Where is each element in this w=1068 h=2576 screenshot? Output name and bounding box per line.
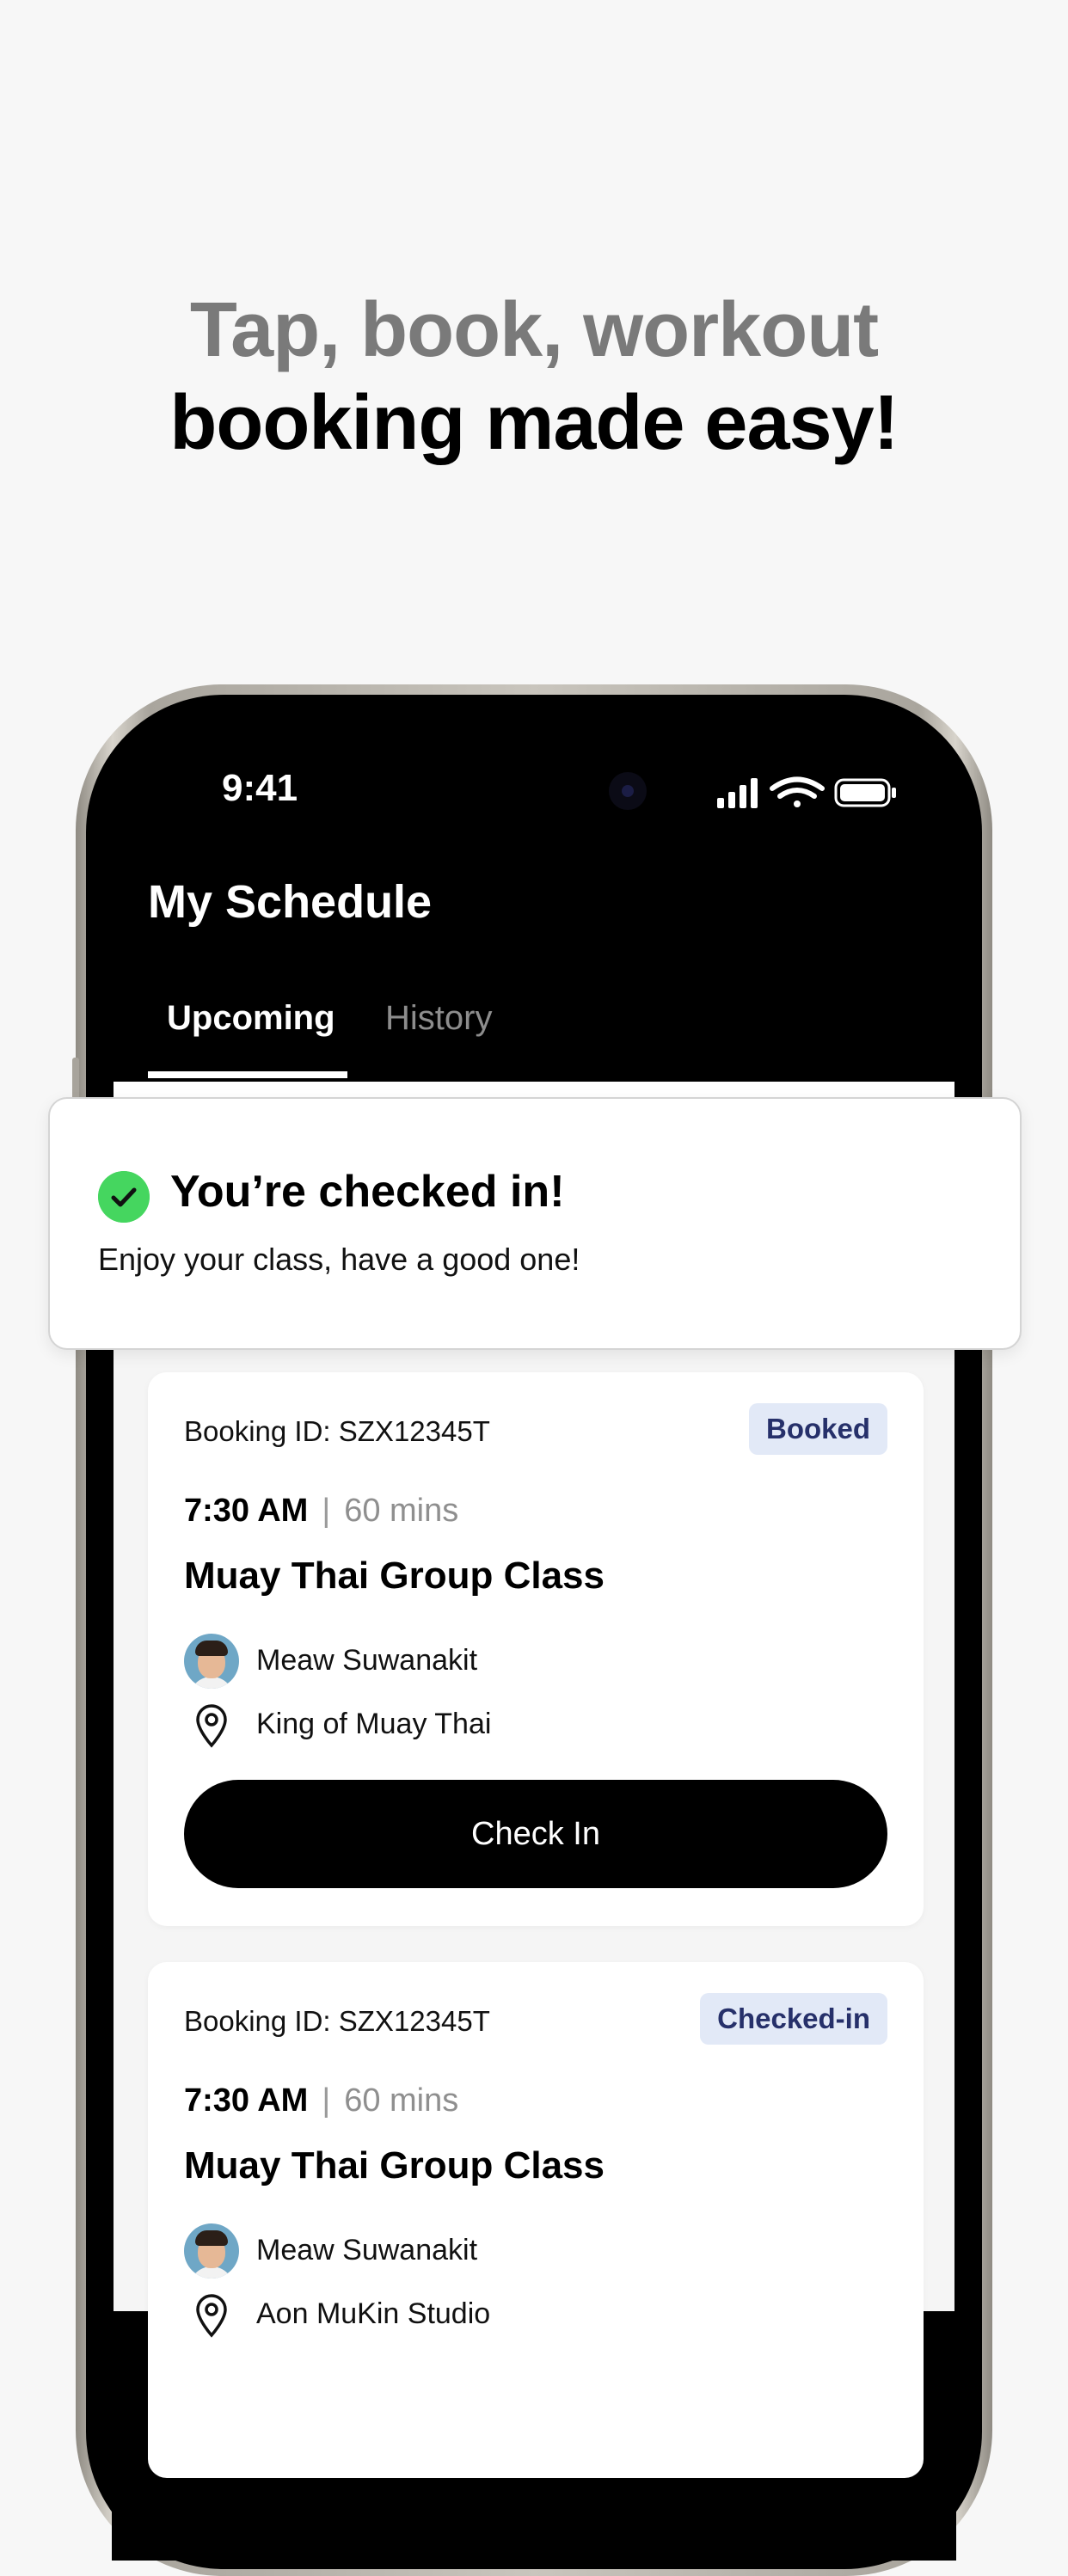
status-bar-time: 9:41 xyxy=(222,767,298,809)
toast-message: Enjoy your class, have a good one! xyxy=(98,1242,580,1277)
time-row: 7:30 AM | 60 mins xyxy=(184,1493,458,1530)
booking-id: Booking ID: SZX12345T xyxy=(184,1415,490,1447)
list-top-edge xyxy=(114,1082,954,1097)
location-pin-icon xyxy=(196,1704,227,1748)
status-bar-icons xyxy=(717,776,896,808)
toast-title: You’re checked in! xyxy=(170,1167,565,1217)
avatar xyxy=(184,1634,239,1689)
class-name: Muay Thai Group Class xyxy=(184,1555,605,1597)
status-badge: Checked-in xyxy=(700,1993,887,2045)
time-separator: | xyxy=(322,2082,331,2119)
tab-upcoming[interactable]: Upcoming xyxy=(167,999,335,1038)
location-name: King of Muay Thai xyxy=(256,1708,492,1740)
marketing-headline: Tap, book, workout booking made easy! xyxy=(0,284,1068,469)
active-tab-indicator xyxy=(148,1071,347,1078)
checked-in-toast[interactable] xyxy=(48,1097,1022,1350)
check-in-button[interactable]: Check In xyxy=(184,1780,887,1888)
class-time: 7:30 AM xyxy=(184,2082,309,2119)
headline-line-2: booking made easy! xyxy=(169,380,899,466)
time-row: 7:30 AM | 60 mins xyxy=(184,2082,458,2119)
avatar xyxy=(184,2223,239,2279)
tab-history[interactable]: History xyxy=(385,999,492,1038)
class-duration: 60 mins xyxy=(344,1493,459,1529)
headline-line-1: Tap, book, workout xyxy=(189,287,879,373)
location-pin-icon xyxy=(196,2294,227,2338)
instructor-name: Meaw Suwanakit xyxy=(256,2234,478,2266)
cellular-signal-icon xyxy=(717,778,758,808)
wifi-icon xyxy=(770,776,825,807)
check-circle-icon xyxy=(98,1171,150,1223)
battery-icon xyxy=(834,778,896,807)
time-separator: | xyxy=(322,1493,331,1529)
class-name: Muay Thai Group Class xyxy=(184,2144,605,2187)
class-duration: 60 mins xyxy=(344,2082,459,2119)
front-camera-icon xyxy=(609,772,647,810)
status-badge: Booked xyxy=(748,1403,887,1455)
location-name: Aon MuKin Studio xyxy=(256,2297,491,2330)
booking-id: Booking ID: SZX12345T xyxy=(184,2005,490,2037)
instructor-name: Meaw Suwanakit xyxy=(256,1644,478,1677)
page-title: My Schedule xyxy=(148,876,433,928)
booking-card[interactable]: Booking ID: SZX12345T Checked-in 7:30 AM… xyxy=(148,1962,924,2478)
booking-card[interactable]: Booking ID: SZX12345T Booked 7:30 AM | 60 … xyxy=(148,1372,924,1926)
class-time: 7:30 AM xyxy=(184,1493,309,1529)
